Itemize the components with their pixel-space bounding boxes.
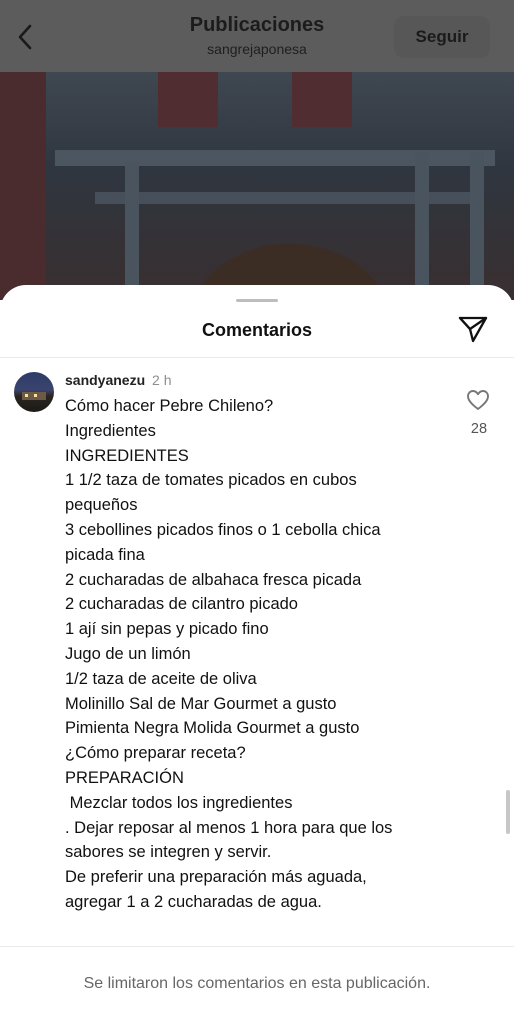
heart-outline-icon	[467, 390, 489, 410]
like-button[interactable]	[466, 389, 492, 413]
sheet-grabber[interactable]	[236, 299, 278, 302]
post-photo	[0, 72, 514, 300]
comment-line: 1/2 taza de aceite de oliva	[65, 669, 257, 688]
comment-line: 3 cebollines picados finos o 1 cebolla c…	[65, 520, 381, 539]
top-header: Publicaciones sangrejaponesa Seguir	[0, 0, 514, 72]
comment-username[interactable]: sandyanezu	[65, 372, 145, 388]
like-count: 28	[470, 421, 488, 437]
avatar[interactable]	[14, 372, 54, 412]
divider	[0, 357, 514, 358]
comment-line: Ingredientes	[65, 421, 156, 440]
comment-line: 2 cucharadas de cilantro picado	[65, 595, 298, 614]
comments-sheet: Comentarios sandyanezu 2 h Cómo hacer Pe…	[0, 285, 514, 1024]
share-button[interactable]	[457, 315, 491, 345]
comment-line: . Dejar reposar al menos 1 hora para que…	[65, 818, 393, 837]
comment-line: ¿Cómo preparar receta?	[65, 744, 246, 763]
comment-line: Molinillo Sal de Mar Gourmet a gusto	[65, 694, 337, 713]
comment-line: Mezclar todos los ingredientes	[65, 793, 293, 812]
comment-line: pequeños	[65, 496, 138, 515]
comment-line: 1 ají sin pepas y picado fino	[65, 620, 269, 639]
comment-line: sabores se integren y servir.	[65, 843, 272, 862]
comment-line: Jugo de un limón	[65, 644, 191, 663]
comment-line: INGREDIENTES	[65, 446, 189, 465]
paper-plane-icon	[458, 316, 488, 343]
sheet-title: Comentarios	[201, 320, 313, 340]
comment-time: 2 h	[152, 372, 172, 388]
comment-line: agregar 1 a 2 cucharadas de agua.	[65, 892, 322, 911]
comment-line: 2 cucharadas de albahaca fresca picada	[65, 570, 362, 589]
comment-line: Cómo hacer Pebre Chileno?	[65, 397, 274, 415]
comment-line: Pimienta Negra Molida Gourmet a gusto	[65, 719, 360, 738]
scrollbar[interactable]	[506, 790, 510, 834]
comment-line: De preferir una preparación más aguada,	[65, 868, 367, 887]
comment-line: PREPARACIÓN	[65, 768, 184, 787]
comments-limited-note: Se limitaron los comentarios en esta pub…	[83, 975, 431, 992]
divider	[0, 946, 514, 947]
comment-line: 1 1/2 taza de tomates picados en cubos	[65, 471, 357, 490]
comment-text: Cómo hacer Pebre Chileno? Ingredientes I…	[65, 394, 435, 915]
comment-line: picada fina	[65, 545, 145, 564]
follow-button[interactable]: Seguir	[394, 16, 490, 58]
comment-meta: sandyanezu 2 h	[65, 372, 172, 388]
